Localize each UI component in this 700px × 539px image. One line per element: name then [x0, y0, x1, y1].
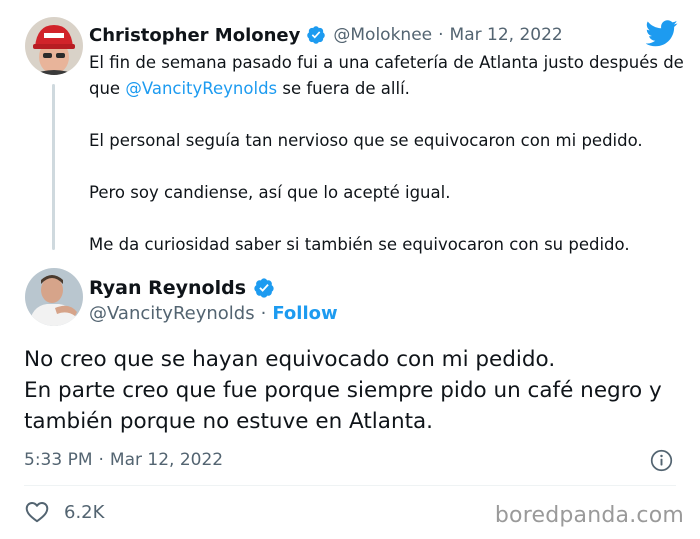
handle-separator: · — [260, 302, 267, 324]
reply-tweet-text: No creo que se hayan equivocado con mi p… — [24, 344, 694, 437]
divider — [24, 485, 676, 486]
avatar-photo-icon — [25, 17, 83, 75]
likes-row[interactable]: 6.2K — [24, 499, 104, 525]
mention-link[interactable]: @VancityReynolds — [125, 79, 277, 98]
reply-line-1: No creo que se hayan equivocado con mi p… — [24, 347, 556, 372]
parent-tweet-text: El fin de semana pasado fui a una cafete… — [89, 50, 689, 258]
reply-handle-row: @VancityReynolds · Follow — [89, 300, 338, 326]
thread-connector-line — [52, 84, 55, 250]
parent-paragraph-1: El fin de semana pasado fui a una cafete… — [89, 50, 689, 102]
verified-badge-icon — [307, 26, 326, 44]
parent-handle[interactable]: @Moloknee — [333, 25, 432, 45]
reply-name-row: Ryan Reynolds — [89, 274, 275, 302]
parent-paragraph-2: El personal seguía tan nervioso que se e… — [89, 131, 643, 150]
paragraph-text: se fuera de allí. — [277, 79, 410, 98]
parent-tweet-header: Christopher Moloney @Moloknee · Mar 12, … — [89, 22, 563, 48]
reply-line-2: En parte creo que fue porque siempre pid… — [24, 378, 662, 434]
reply-time[interactable]: 5:33 PM — [24, 450, 93, 470]
parent-paragraph-3: Pero soy candiense, así que lo acepté ig… — [89, 183, 451, 202]
watermark: boredpanda.com — [494, 503, 684, 528]
parent-display-name[interactable]: Christopher Moloney — [89, 25, 300, 46]
parent-date[interactable]: Mar 12, 2022 — [450, 25, 563, 45]
likes-count[interactable]: 6.2K — [64, 502, 104, 523]
avatar-photo-icon — [25, 268, 83, 326]
reply-avatar[interactable] — [25, 268, 83, 326]
header-separator: · — [438, 25, 444, 45]
parent-paragraph-4: Me da curiosidad saber si también se equ… — [89, 235, 630, 254]
verified-badge-icon — [254, 278, 274, 298]
follow-button[interactable]: Follow — [272, 303, 337, 324]
reply-timestamp[interactable]: 5:33 PM · Mar 12, 2022 — [24, 448, 223, 472]
reply-date[interactable]: Mar 12, 2022 — [110, 450, 223, 470]
parent-avatar[interactable] — [25, 17, 83, 75]
heart-icon[interactable] — [24, 499, 50, 525]
timestamp-separator: · — [98, 450, 104, 470]
twitter-bird-icon[interactable] — [646, 20, 678, 47]
reply-handle[interactable]: @VancityReynolds — [89, 303, 255, 324]
reply-display-name[interactable]: Ryan Reynolds — [89, 277, 246, 299]
info-icon[interactable] — [650, 449, 673, 472]
